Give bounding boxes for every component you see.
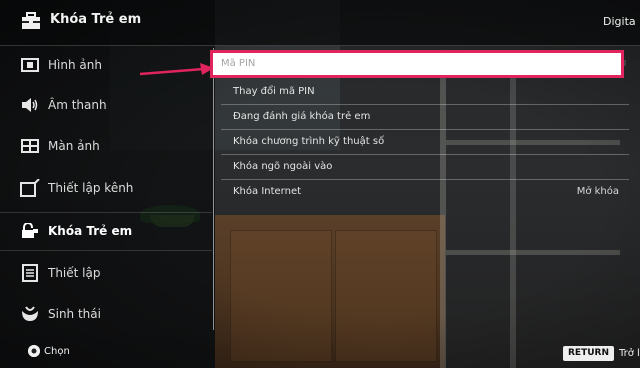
pin-field-highlight xyxy=(210,50,624,78)
screen-icon xyxy=(20,136,40,156)
sidebar-item-settings[interactable]: Thiết lập xyxy=(0,254,212,292)
footer-return-hint: RETURN Trở lạ xyxy=(563,346,640,361)
return-key-badge: RETURN xyxy=(563,346,614,361)
sidebar-item-screen[interactable]: Màn ảnh xyxy=(0,127,212,165)
settings-list-icon xyxy=(20,263,40,283)
sidebar-item-label: Màn ảnh xyxy=(48,139,100,153)
sidebar-item-eco[interactable]: Sinh thái xyxy=(0,295,212,333)
picture-icon xyxy=(20,55,40,75)
sidebar-divider xyxy=(0,250,212,251)
return-label: Trở lạ xyxy=(619,348,640,359)
menu-item-internet-lock[interactable]: Khóa Internet Mở khóa xyxy=(221,180,629,204)
speaker-icon xyxy=(20,95,40,115)
menu-item-label: Khóa Internet xyxy=(233,186,302,197)
annotation-arrow-icon xyxy=(139,63,214,76)
sidebar-item-label: Khóa Trẻ em xyxy=(48,224,133,238)
sidebar-item-parental-lock[interactable]: Khóa Trẻ em xyxy=(0,212,212,250)
sidebar-item-label: Âm thanh xyxy=(48,98,107,112)
header: Khóa Trẻ em Digita xyxy=(0,0,640,46)
sidebar-item-label: Sinh thái xyxy=(48,307,101,321)
toolbox-icon xyxy=(21,12,41,30)
pin-input[interactable] xyxy=(221,58,601,69)
sidebar-item-label: Thiết lập xyxy=(48,266,101,280)
sidebar-item-channel-setup[interactable]: Thiết lập kênh xyxy=(0,169,212,207)
sidebar-item-label: Thiết lập kênh xyxy=(48,181,134,195)
menu-item-parental-rating[interactable]: Đang đánh giá khóa trẻ em xyxy=(221,105,629,130)
input-source-label: Digita xyxy=(603,15,636,28)
menu-item-label: Đang đánh giá khóa trẻ em xyxy=(233,111,371,122)
footer-select-hint: Chọn xyxy=(28,345,70,357)
lock-icon xyxy=(20,221,40,241)
panel-divider xyxy=(213,48,214,330)
sidebar-item-sound[interactable]: Âm thanh xyxy=(0,86,212,124)
dpad-icon xyxy=(28,345,40,357)
menu-item-label: Khóa ngõ ngoài vào xyxy=(233,161,333,172)
sidebar-item-label: Hình ảnh xyxy=(48,58,102,72)
page-title: Khóa Trẻ em xyxy=(50,12,142,27)
menu-item-change-pin[interactable]: Thay đổi mã PIN xyxy=(221,80,629,105)
select-label: Chọn xyxy=(44,345,70,357)
menu-item-label: Khóa chương trình kỹ thuật số xyxy=(233,136,385,147)
eco-leaf-icon xyxy=(20,304,40,324)
channel-setup-icon xyxy=(20,178,40,198)
menu-item-digital-program-lock[interactable]: Khóa chương trình kỹ thuật số xyxy=(221,130,629,155)
menu-item-external-input-lock[interactable]: Khóa ngõ ngoài vào xyxy=(221,155,629,180)
menu-item-value: Mở khóa xyxy=(576,186,619,197)
menu-item-label: Thay đổi mã PIN xyxy=(233,86,315,97)
